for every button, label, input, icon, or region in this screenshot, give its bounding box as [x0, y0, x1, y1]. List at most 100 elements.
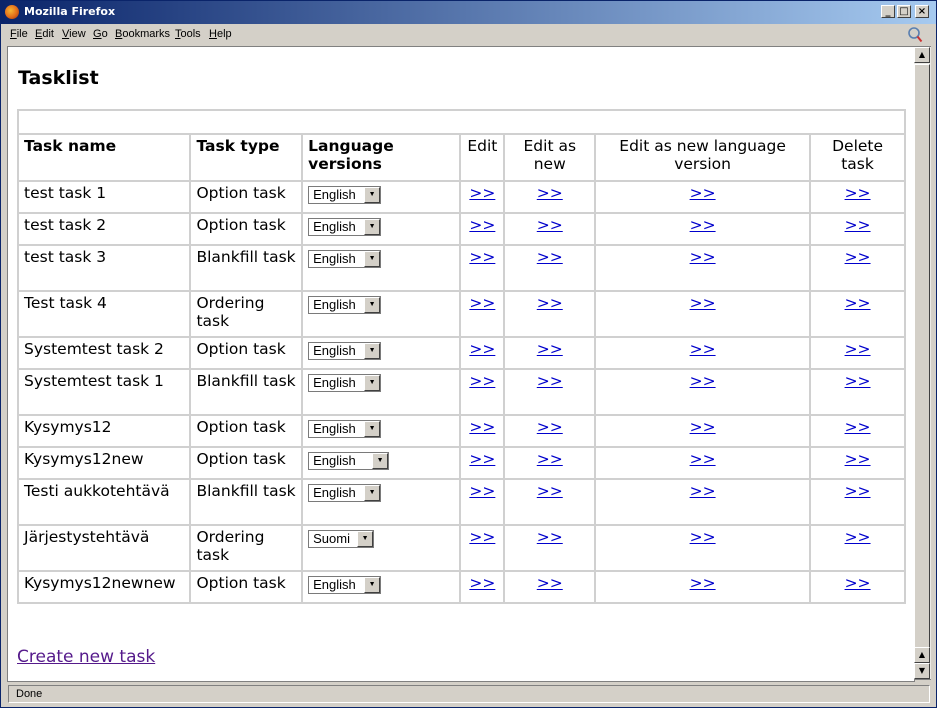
edit-link[interactable]: >> — [469, 574, 495, 592]
edit-as-new-link[interactable]: >> — [537, 340, 563, 358]
edit-new-language-link[interactable]: >> — [690, 372, 716, 390]
chevron-down-icon[interactable]: ▼ — [364, 375, 381, 391]
edit-new-language-link[interactable]: >> — [690, 340, 716, 358]
delete-task-link[interactable]: >> — [845, 482, 871, 500]
edit-cell: >> — [461, 448, 504, 478]
edit-new-language-link[interactable]: >> — [690, 574, 716, 592]
language-select[interactable]: English ▼ — [308, 250, 382, 268]
edit-new-language-link[interactable]: >> — [690, 450, 716, 468]
delete-task-link[interactable]: >> — [845, 184, 871, 202]
chevron-down-icon[interactable]: ▼ — [364, 343, 381, 359]
table-row: Järjestystehtävä Ordering task Suomi ▼ >> >> >… — [19, 526, 904, 570]
edit-new-language-link[interactable]: >> — [690, 294, 716, 312]
close-icon[interactable]: × — [915, 5, 929, 18]
edit-as-new-link[interactable]: >> — [537, 184, 563, 202]
edit-link[interactable]: >> — [469, 482, 495, 500]
edit-as-new-link[interactable]: >> — [537, 418, 563, 436]
language-select-value: English — [313, 343, 356, 358]
vertical-scrollbar[interactable]: ▲ ▲ ▼ — [914, 46, 931, 680]
delete-task-link[interactable]: >> — [845, 528, 871, 546]
header-task-type: Task type — [191, 135, 302, 180]
scroll-thumb[interactable] — [914, 64, 930, 664]
language-select[interactable]: English ▼ — [308, 452, 390, 470]
menu-bookmarks[interactable]: Bookmarks — [115, 28, 170, 40]
edit-new-language-link[interactable]: >> — [690, 184, 716, 202]
edit-link[interactable]: >> — [469, 216, 495, 234]
language-select[interactable]: Suomi ▼ — [308, 530, 375, 548]
language-cell: English ▼ — [303, 182, 460, 212]
language-select[interactable]: English ▼ — [308, 186, 382, 204]
edit-as-new-link[interactable]: >> — [537, 372, 563, 390]
chevron-down-icon[interactable]: ▼ — [364, 577, 381, 593]
language-select[interactable]: English ▼ — [308, 576, 382, 594]
task-type-cell: Blankfill task — [191, 246, 302, 290]
delete-task-link[interactable]: >> — [845, 216, 871, 234]
menu-tools[interactable]: Tools — [175, 28, 201, 40]
delete-task-link[interactable]: >> — [845, 372, 871, 390]
language-select[interactable]: English ▼ — [308, 374, 382, 392]
edit-link[interactable]: >> — [469, 340, 495, 358]
edit-new-language-link[interactable]: >> — [690, 482, 716, 500]
edit-as-new-link[interactable]: >> — [537, 294, 563, 312]
edit-as-new-link[interactable]: >> — [537, 450, 563, 468]
delete-task-link[interactable]: >> — [845, 418, 871, 436]
language-cell: English ▼ — [303, 370, 460, 414]
delete-task-link[interactable]: >> — [845, 248, 871, 266]
edit-new-language-link[interactable]: >> — [690, 528, 716, 546]
chevron-down-icon[interactable]: ▼ — [364, 485, 381, 501]
edit-link[interactable]: >> — [469, 528, 495, 546]
delete-task-link[interactable]: >> — [845, 340, 871, 358]
task-type-cell: Option task — [191, 182, 302, 212]
edit-new-language-link[interactable]: >> — [690, 418, 716, 436]
menu-help[interactable]: Help — [209, 28, 232, 40]
edit-as-new-link[interactable]: >> — [537, 482, 563, 500]
language-select[interactable]: English ▼ — [308, 218, 382, 236]
window-title: Mozilla Firefox — [24, 5, 116, 18]
chevron-down-icon[interactable]: ▼ — [364, 297, 381, 313]
edit-link[interactable]: >> — [469, 294, 495, 312]
chevron-down-icon[interactable]: ▼ — [372, 453, 389, 469]
task-type-cell: Option task — [191, 572, 302, 602]
scroll-down-icon[interactable]: ▼ — [914, 663, 930, 679]
menu-go[interactable]: Go — [93, 28, 108, 40]
edit-new-language-cell: >> — [596, 292, 810, 336]
chevron-down-icon[interactable]: ▼ — [364, 251, 381, 267]
delete-task-link[interactable]: >> — [845, 574, 871, 592]
language-select[interactable]: English ▼ — [308, 484, 382, 502]
delete-task-link[interactable]: >> — [845, 450, 871, 468]
table-caption: Created tasks — [19, 111, 904, 133]
chevron-down-icon[interactable]: ▼ — [364, 187, 381, 203]
edit-as-new-link[interactable]: >> — [537, 574, 563, 592]
edit-link[interactable]: >> — [469, 184, 495, 202]
edit-cell: >> — [461, 292, 504, 336]
menu-view[interactable]: View — [62, 28, 86, 40]
minimize-icon[interactable]: _ — [881, 5, 895, 18]
menu-edit[interactable]: Edit — [35, 28, 54, 40]
delete-task-cell: >> — [811, 448, 904, 478]
edit-link[interactable]: >> — [469, 418, 495, 436]
chevron-down-icon[interactable]: ▼ — [364, 421, 381, 437]
scroll-up-icon[interactable]: ▲ — [914, 47, 930, 63]
task-name-cell: test task 3 — [19, 246, 190, 290]
language-select[interactable]: English ▼ — [308, 296, 382, 314]
delete-task-link[interactable]: >> — [845, 294, 871, 312]
delete-task-cell: >> — [811, 246, 904, 290]
edit-link[interactable]: >> — [469, 248, 495, 266]
language-select[interactable]: English ▼ — [308, 420, 382, 438]
edit-as-new-link[interactable]: >> — [537, 248, 563, 266]
edit-new-language-link[interactable]: >> — [690, 248, 716, 266]
edit-as-new-link[interactable]: >> — [537, 528, 563, 546]
edit-link[interactable]: >> — [469, 450, 495, 468]
menu-file[interactable]: File — [10, 28, 28, 40]
scroll-up-icon[interactable]: ▲ — [914, 647, 930, 663]
language-select-value: Suomi — [313, 531, 350, 546]
chevron-down-icon[interactable]: ▼ — [364, 219, 381, 235]
maximize-icon[interactable]: □ — [897, 5, 911, 18]
create-new-task-link[interactable]: Create new task — [17, 647, 155, 667]
edit-new-language-cell: >> — [596, 526, 810, 570]
language-select[interactable]: English ▼ — [308, 342, 382, 360]
edit-as-new-link[interactable]: >> — [537, 216, 563, 234]
edit-link[interactable]: >> — [469, 372, 495, 390]
edit-new-language-link[interactable]: >> — [690, 216, 716, 234]
chevron-down-icon[interactable]: ▼ — [357, 531, 374, 547]
